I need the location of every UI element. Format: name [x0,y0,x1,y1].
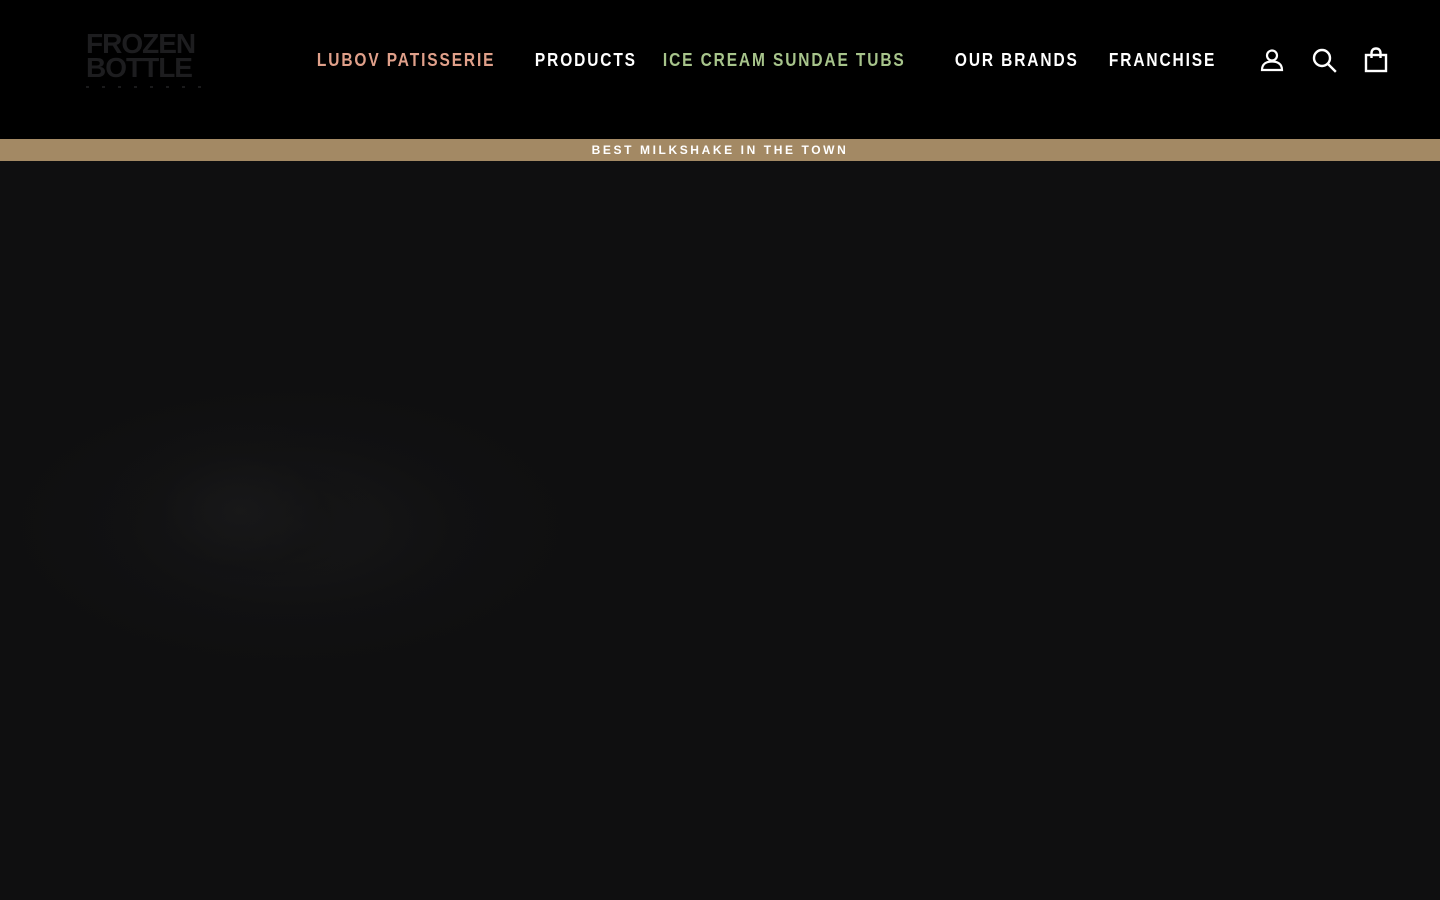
logo-underline [86,86,204,88]
cart-button[interactable] [1360,38,1392,82]
site-logo[interactable]: FROZEN BOTTLE [86,30,208,92]
nav-item-ice-cream-sundae-tubs[interactable]: ICE CREAM SUNDAE TUBS [650,50,919,71]
hero-background-shape [110,421,370,601]
logo-text-line-2: BOTTLE [86,52,193,83]
nav-item-lubov-patisserie[interactable]: LUBOV PATISSERIE [304,50,508,71]
site-header: FROZEN BOTTLE LUBOV PATISSERIE PRODUCTS … [0,0,1440,139]
announcement-text: BEST MILKSHAKE IN THE TOWN [591,143,849,157]
login-button[interactable] [1256,38,1288,82]
search-icon [1312,48,1337,73]
nav-item-products[interactable]: PRODUCTS [522,50,650,71]
announcement-bar: BEST MILKSHAKE IN THE TOWN [0,139,1440,161]
nav-item-our-brands[interactable]: OUR BRANDS [942,50,1092,71]
search-button[interactable] [1308,38,1340,82]
header-icons [1256,38,1392,82]
user-icon [1260,49,1284,72]
hero-section [0,161,1440,900]
main-nav: LUBOV PATISSERIE PRODUCTS ICE CREAM SUND… [304,40,1231,80]
nav-item-franchise[interactable]: FRANCHISE [1096,50,1229,71]
cart-icon [1364,47,1388,73]
